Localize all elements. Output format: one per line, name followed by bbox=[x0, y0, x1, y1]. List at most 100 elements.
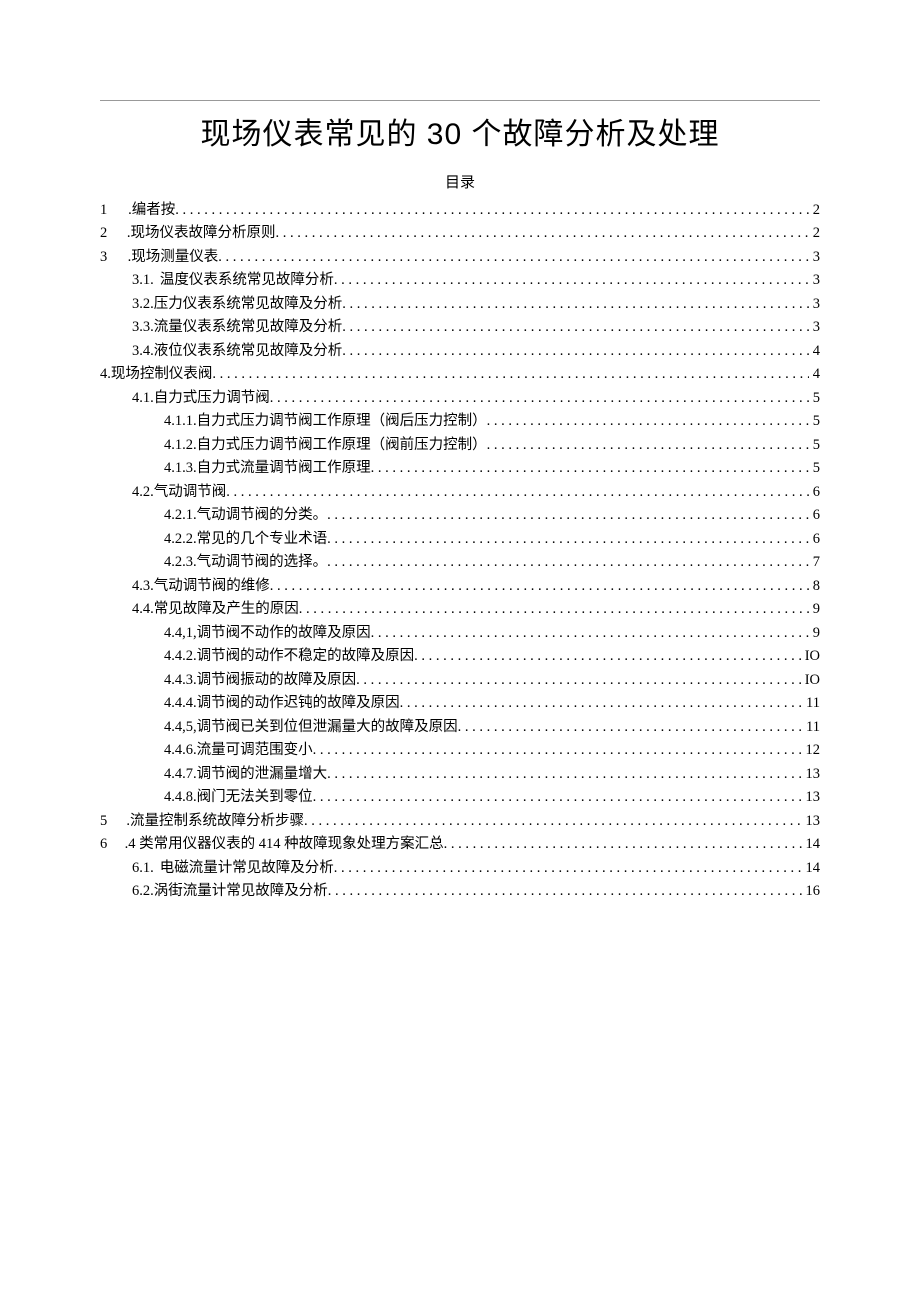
toc-entry: 4.4.7.调节阀的泄漏量增大 13 bbox=[100, 762, 820, 786]
table-of-contents: 1.编者按22.现场仪表故障分析原则 23.现场测量仪表 33.1.温度仪表系统… bbox=[100, 198, 820, 903]
toc-entry-number: 4. bbox=[100, 367, 111, 382]
toc-entry: 6.4 类常用仪器仪表的 414 种故障现象处理方案汇总 14 bbox=[100, 833, 820, 857]
toc-leader-dots bbox=[342, 297, 809, 312]
toc-entry: 1.编者按2 bbox=[100, 198, 820, 222]
toc-entry-page: 8 bbox=[813, 579, 820, 594]
toc-leader-dots bbox=[299, 602, 809, 617]
toc-entry-label: 调节阀的泄漏量增大 bbox=[197, 767, 328, 782]
toc-entry-label: 气动调节阀 bbox=[154, 485, 227, 500]
toc-leader-dots bbox=[487, 414, 809, 429]
toc-leader-dots bbox=[226, 485, 809, 500]
toc-entry-label: 涡街流量计常见故障及分析 bbox=[154, 884, 328, 899]
toc-entry-number: 4.3. bbox=[132, 579, 154, 594]
toc-entry: 4.2.1.气动调节阀的分类。 6 bbox=[100, 504, 820, 528]
toc-entry-number: 4.1.3. bbox=[164, 461, 197, 476]
toc-entry: 3.2.压力仪表系统常见故障及分析 3 bbox=[100, 292, 820, 316]
toc-entry-number: 3 bbox=[100, 250, 120, 265]
toc-entry-number: 4.4.2. bbox=[164, 649, 197, 664]
toc-entry-page: 14 bbox=[806, 861, 821, 876]
toc-leader-dots bbox=[334, 861, 802, 876]
toc-entry: 4.1.1.自力式压力调节阀工作原理（阀后压力控制） 5 bbox=[100, 410, 820, 434]
toc-entry-page: 16 bbox=[806, 884, 821, 899]
toc-leader-dots bbox=[212, 367, 808, 382]
toc-entry-label: 气动调节阀的维修 bbox=[154, 579, 270, 594]
toc-entry-page: IO bbox=[805, 673, 820, 688]
toc-leader-dots bbox=[327, 508, 809, 523]
toc-entry-number: 4.4,5, bbox=[164, 720, 197, 735]
toc-entry-label: 调节阀的动作不稳定的故障及原因 bbox=[197, 649, 415, 664]
toc-entry-number: 4.1.2. bbox=[164, 438, 197, 453]
toc-entry: 4.4,5,调节阀已关到位但泄漏量大的故障及原因 11 bbox=[100, 715, 820, 739]
toc-entry-page: 13 bbox=[806, 767, 821, 782]
toc-entry-page: 5 bbox=[813, 461, 820, 476]
toc-entry-number: 6.1. bbox=[132, 861, 154, 876]
toc-leader-dots bbox=[270, 579, 809, 594]
toc-entry-label: 温度仪表系统常见故障分析 bbox=[160, 273, 334, 288]
toc-leader-dots bbox=[444, 837, 802, 852]
toc-entry-label: .流量控制系统故障分析步骤 bbox=[126, 814, 304, 829]
toc-entry-label: 调节阀不动作的故障及原因 bbox=[197, 626, 371, 641]
toc-leader-dots bbox=[270, 391, 809, 406]
toc-entry-label: 液位仪表系统常见故障及分析 bbox=[154, 344, 343, 359]
toc-entry-page: 11 bbox=[806, 696, 820, 711]
toc-entry-label: 常见故障及产生的原因 bbox=[154, 602, 299, 617]
toc-leader-dots bbox=[313, 790, 802, 805]
top-rule bbox=[100, 100, 820, 101]
toc-entry: 4.1.2.自力式压力调节阀工作原理（阀前压力控制） 5 bbox=[100, 433, 820, 457]
toc-entry-number: 6 bbox=[100, 837, 120, 852]
toc-leader-dots bbox=[334, 273, 809, 288]
toc-entry: 3.1.温度仪表系统常见故障分析3 bbox=[100, 269, 820, 293]
toc-entry-label: .编者按 bbox=[128, 203, 175, 218]
toc-entry-page: 13 bbox=[806, 790, 821, 805]
toc-entry: 2 .现场仪表故障分析原则 2 bbox=[100, 222, 820, 246]
toc-entry-label: 自力式流量调节阀工作原理 bbox=[197, 461, 371, 476]
toc-entry: 4.4.4.调节阀的动作迟钝的故障及原因 11 bbox=[100, 692, 820, 716]
toc-entry-number: 3.2. bbox=[132, 297, 154, 312]
toc-entry-page: 3 bbox=[813, 320, 820, 335]
toc-entry: 3.4.液位仪表系统常见故障及分析 4 bbox=[100, 339, 820, 363]
toc-entry: 4.2.气动调节阀 6 bbox=[100, 480, 820, 504]
toc-entry-page: 3 bbox=[813, 297, 820, 312]
toc-entry: 4.4.2.调节阀的动作不稳定的故障及原因 IO bbox=[100, 645, 820, 669]
toc-entry-number: 3.4. bbox=[132, 344, 154, 359]
toc-entry-number: 4.2.2. bbox=[164, 532, 197, 547]
toc-leader-dots bbox=[275, 226, 808, 241]
toc-entry-label: 气动调节阀的分类。 bbox=[197, 508, 328, 523]
toc-leader-dots bbox=[304, 814, 801, 829]
toc-entry-page: 5 bbox=[813, 391, 820, 406]
toc-leader-dots bbox=[356, 673, 801, 688]
toc-entry: 4.4.6.流量可调范围变小 12 bbox=[100, 739, 820, 763]
toc-entry-number: 4.2.3. bbox=[164, 555, 197, 570]
toc-entry-number: 4.4.4. bbox=[164, 696, 197, 711]
toc-entry-page: 7 bbox=[813, 555, 820, 570]
toc-entry-page: 2 bbox=[813, 226, 820, 241]
toc-leader-dots bbox=[327, 555, 809, 570]
toc-heading: 目录 bbox=[100, 171, 820, 192]
toc-entry-label: .现场仪表故障分析原则 bbox=[127, 226, 276, 241]
toc-entry-page: 12 bbox=[806, 743, 821, 758]
toc-entry-label: 压力仪表系统常见故障及分析 bbox=[154, 297, 343, 312]
toc-entry-page: 4 bbox=[813, 344, 820, 359]
toc-leader-dots bbox=[487, 438, 809, 453]
toc-entry: 4.4.8.阀门无法关到零位 13 bbox=[100, 786, 820, 810]
toc-entry: 4.4.常见故障及产生的原因 9 bbox=[100, 598, 820, 622]
toc-entry-number: 3.3. bbox=[132, 320, 154, 335]
toc-entry-number: 1 bbox=[100, 203, 120, 218]
toc-entry-page: 14 bbox=[806, 837, 821, 852]
toc-entry-label: 阀门无法关到零位 bbox=[197, 790, 313, 805]
toc-entry-label: .现场测量仪表 bbox=[128, 250, 219, 265]
toc-entry: 4.1.自力式压力调节阀 5 bbox=[100, 386, 820, 410]
toc-entry: 3.3.流量仪表系统常见故障及分析 3 bbox=[100, 316, 820, 340]
toc-entry: 4.2.3.气动调节阀的选择。 7 bbox=[100, 551, 820, 575]
toc-entry-number: 4.4,1, bbox=[164, 626, 197, 641]
toc-entry-page: 3 bbox=[813, 273, 820, 288]
toc-entry: 4.4.3.调节阀振动的故障及原因 IO bbox=[100, 668, 820, 692]
toc-entry: 4.现场控制仪表阀 4 bbox=[100, 363, 820, 387]
toc-entry-number: 4.1.1. bbox=[164, 414, 197, 429]
toc-entry-page: 3 bbox=[813, 250, 820, 265]
toc-entry-number: 2 bbox=[100, 226, 120, 241]
document-page: 现场仪表常见的 30 个故障分析及处理 目录 1.编者按22.现场仪表故障分析原… bbox=[0, 0, 920, 1301]
toc-entry-label: 常见的几个专业术语 bbox=[197, 532, 328, 547]
toc-leader-dots bbox=[342, 344, 809, 359]
toc-entry-label: 自力式压力调节阀 bbox=[154, 391, 270, 406]
